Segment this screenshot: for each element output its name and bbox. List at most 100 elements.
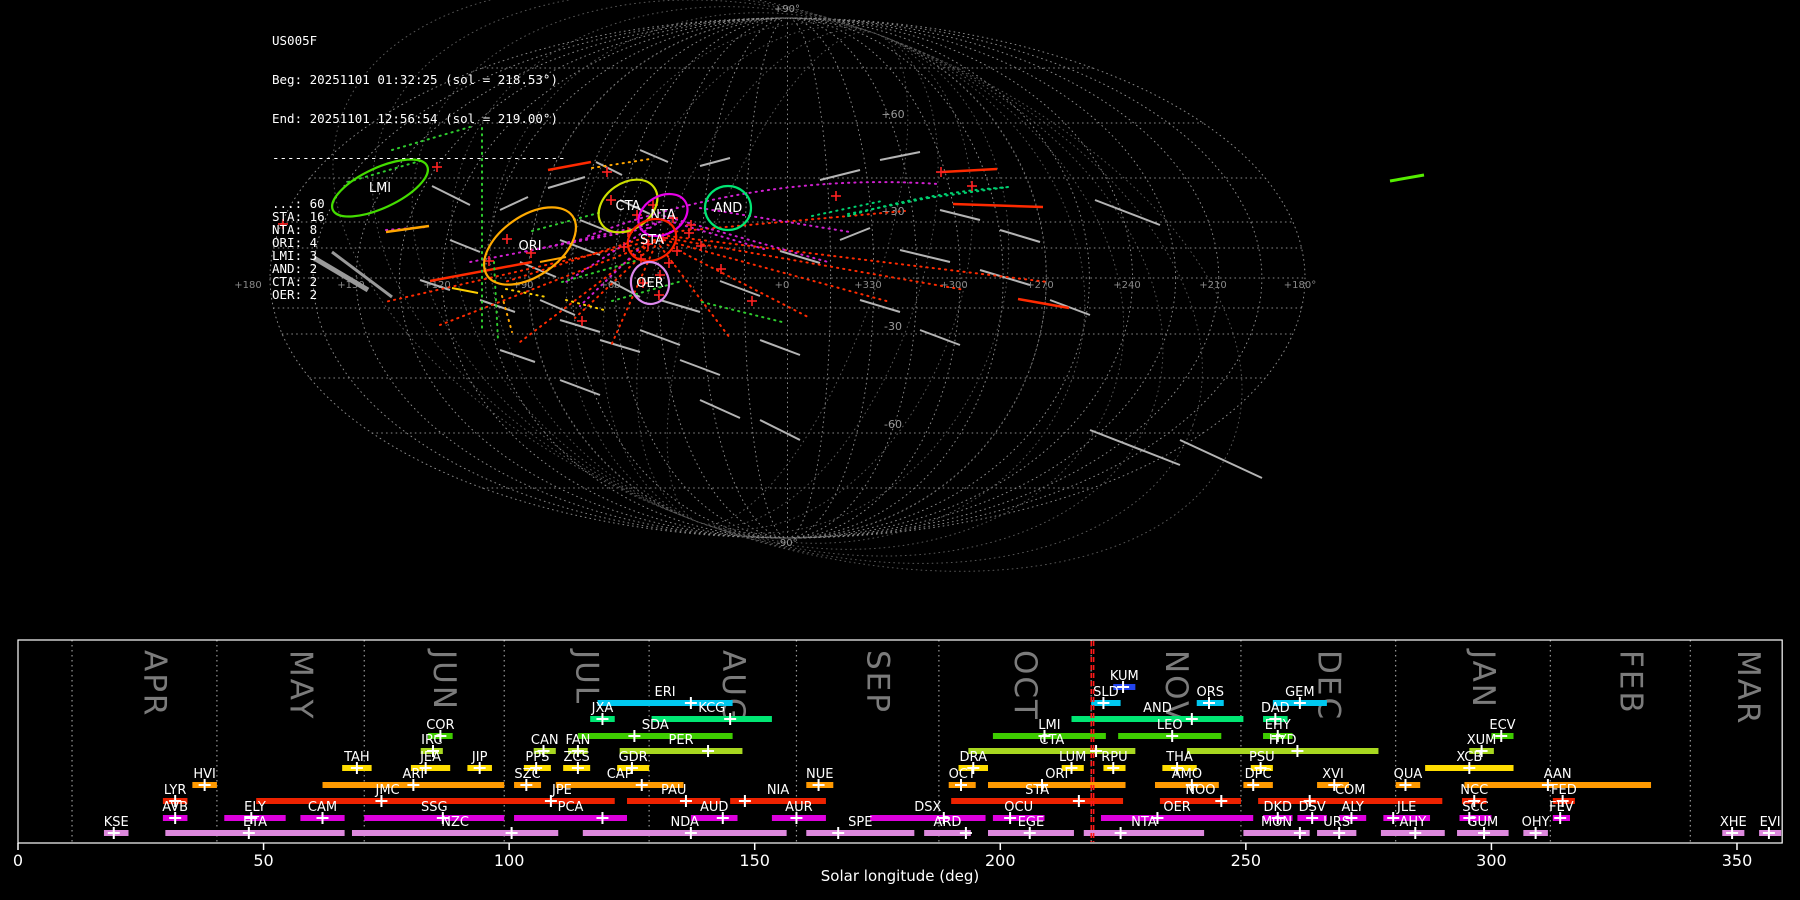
station-info-panel: US005F Beg: 20251101 01:32:25 (sol = 218… <box>272 8 566 314</box>
meteor-trail <box>811 200 883 217</box>
activity-bar-SDA <box>577 733 733 739</box>
station-id: US005F <box>272 33 318 48</box>
activity-label-JPE: JPE <box>551 783 572 798</box>
meteor-trail <box>659 299 701 313</box>
activity-timeline-panel: APR MAY JUN JUL AUG SEP OCT NOV DEC JAN FEB MARKUME… <box>13 639 1783 885</box>
activity-bar-HYD <box>1186 748 1379 754</box>
count-line: OER: 2 <box>272 287 318 302</box>
activity-label-ARD: ARD <box>934 815 962 830</box>
x-axis-title: Solar longitude (deg) <box>821 867 979 885</box>
activity-label-XHE: XHE <box>1720 815 1747 830</box>
activity-bar-ETA <box>165 830 345 836</box>
meteor-trail <box>679 359 721 376</box>
meteor-trail <box>899 249 951 263</box>
meteor-trail <box>639 149 669 163</box>
month-label-MAR: MAR <box>1730 650 1766 726</box>
meteor-trail <box>941 167 998 174</box>
ra-label: +270 <box>1026 280 1053 291</box>
activity-bar-ORI <box>988 782 1126 788</box>
activity-label-COM: COM <box>1335 783 1366 798</box>
ra-label: +180 <box>234 280 261 291</box>
activity-label-PAU: PAU <box>661 783 686 798</box>
drift-arc <box>847 186 1011 217</box>
shower-label-AND: AND <box>714 201 743 216</box>
activity-label-FEV: FEV <box>1549 800 1574 815</box>
axis-tick-label: 100 <box>494 851 525 870</box>
month-label-MAY: MAY <box>283 650 319 720</box>
meteor-trail <box>919 329 961 346</box>
activity-label-SCC: SCC <box>1462 800 1488 815</box>
activity-label-XVI: XVI <box>1322 767 1344 782</box>
ra-label: +330 <box>854 280 881 291</box>
month-label-JUN: JUN <box>426 648 462 711</box>
activity-label-JEA: JEA <box>419 750 441 765</box>
activity-label-AND: AND <box>1143 701 1172 716</box>
meteor-trail <box>939 209 981 221</box>
x-axis: 0 50 100 150 200 250 300 350 Solar longitude (de… <box>13 639 1783 885</box>
activity-label-OCU: OCU <box>1004 800 1033 815</box>
meteor-trail <box>879 151 921 161</box>
shower-label-OER: OER <box>636 276 663 291</box>
dec-label: -30 <box>884 320 902 333</box>
activity-label-SZC: SZC <box>514 767 540 782</box>
activity-bar-JMC <box>256 798 519 804</box>
meteor-trail <box>979 269 1031 286</box>
begin-time: Beg: 20251101 01:32:25 (sol = 218.53°) <box>272 72 558 87</box>
ra-label: +210 <box>1199 280 1226 291</box>
axis-tick-label: 200 <box>985 851 1016 870</box>
axis-tick-label: 50 <box>253 851 273 870</box>
activity-bars: KUMERI SLD ORS GEMJXA KCG AND DADCOR SDA LMI LEO E… <box>104 669 1782 839</box>
activity-label-URS: URS <box>1323 815 1350 830</box>
activity-label-SLD: SLD <box>1093 685 1119 700</box>
pole-label: +90° <box>774 4 800 15</box>
activity-label-ECV: ECV <box>1489 718 1515 733</box>
activity-label-FED: FED <box>1551 783 1577 798</box>
meteor-trail <box>699 157 731 167</box>
end-time: End: 20251101 12:56:54 (sol = 219.00°) <box>272 111 558 126</box>
meteor-trail <box>667 235 1049 283</box>
activity-label-AUD: AUD <box>700 800 728 815</box>
activity-label-EGE: EGE <box>1018 815 1045 830</box>
activity-bar-STA <box>951 798 1124 804</box>
activity-label-NTA: NTA <box>1131 815 1157 830</box>
activity-label-JMC: JMC <box>375 783 400 798</box>
activity-label-CAN: CAN <box>531 733 559 748</box>
meteor-trail <box>499 349 536 363</box>
meteor-trail <box>559 379 601 396</box>
activity-label-MON: MON <box>1261 815 1292 830</box>
axis-tick-label: 150 <box>739 851 770 870</box>
activity-bar-SPE <box>806 830 915 836</box>
activity-label-AMO: AMO <box>1172 767 1202 782</box>
activity-label-SDA: SDA <box>642 718 669 733</box>
axis-tick-label: 300 <box>1476 851 1507 870</box>
axis-tick-label: 0 <box>13 851 23 870</box>
activity-bar-NDA <box>582 830 787 836</box>
activity-bar-PCA <box>514 815 628 821</box>
meteor-trail <box>952 202 1044 209</box>
activity-label-DPC: DPC <box>1245 767 1272 782</box>
pole-label: -90° <box>776 538 797 549</box>
activity-label-CTA: CTA <box>1039 733 1064 748</box>
activity-label-RPU: RPU <box>1101 750 1127 765</box>
activity-label-IRC: IRC <box>421 733 442 748</box>
activity-bar-SSG <box>364 815 505 821</box>
activity-label-EVI: EVI <box>1760 815 1781 830</box>
activity-label-NIA: NIA <box>767 783 790 798</box>
meteor-trail <box>819 169 861 181</box>
activity-label-GUM: GUM <box>1467 815 1498 830</box>
meteor-trail <box>699 399 741 419</box>
meteor-trail <box>1094 199 1161 226</box>
activity-label-CAP: CAP <box>607 767 633 782</box>
activity-label-ETA: ETA <box>243 815 267 830</box>
month-label-FEB: FEB <box>1612 650 1648 715</box>
meteor-trail <box>701 301 783 323</box>
activity-bar-NZC <box>351 830 559 836</box>
activity-label-PER: PER <box>668 733 693 748</box>
activity-label-ERI: ERI <box>655 685 676 700</box>
activity-label-LEO: LEO <box>1157 718 1183 733</box>
ra-label: +300 <box>940 280 967 291</box>
activity-label-AUR: AUR <box>785 800 812 815</box>
activity-label-ELY: ELY <box>244 800 266 815</box>
activity-label-THA: THA <box>1165 750 1193 765</box>
activity-bar-DSX <box>870 815 986 821</box>
